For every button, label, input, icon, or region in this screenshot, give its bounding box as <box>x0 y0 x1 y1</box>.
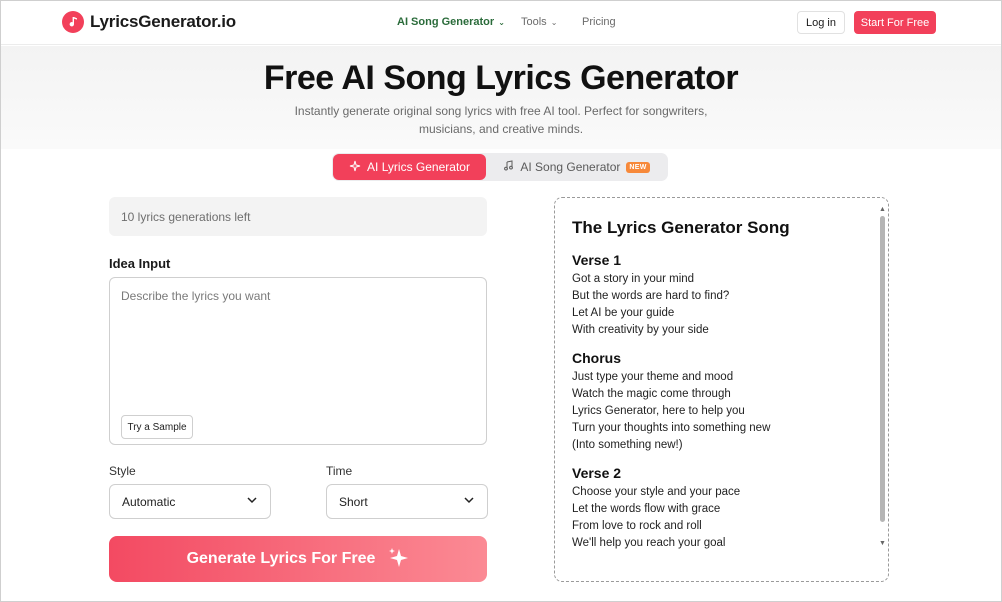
lyric-line: Just type your theme and mood <box>572 371 734 383</box>
style-select[interactable]: Automatic <box>109 484 271 519</box>
section-heading: Chorus <box>572 350 621 366</box>
logo[interactable]: LyricsGenerator.io <box>62 11 236 33</box>
nav-label: Tools <box>521 16 547 28</box>
generator-tabs: AI Lyrics Generator AI Song Generator NE… <box>332 153 668 181</box>
chevron-down-icon: ⌄ <box>498 17 505 27</box>
lyrics-output-panel: The Lyrics Generator Song Verse 1 Got a … <box>554 197 889 582</box>
lyric-line: Got a story in your mind <box>572 273 695 285</box>
section-heading: Verse 1 <box>572 252 622 268</box>
lyrics-section: Chorus Just type your theme and mood Wat… <box>572 350 867 454</box>
lyrics-scrollbar[interactable]: ▲ ▼ <box>878 206 886 548</box>
tab-label: AI Lyrics Generator <box>367 160 470 174</box>
login-button[interactable]: Log in <box>797 11 845 34</box>
lyric-line: Watch the magic come through <box>572 388 731 400</box>
generate-lyrics-button[interactable]: Generate Lyrics For Free <box>109 536 487 582</box>
top-header: LyricsGenerator.io AI Song Generator ⌄ T… <box>1 1 1001 45</box>
lyric-line: Turn your thoughts into something new <box>572 422 771 434</box>
chevron-down-icon <box>246 494 258 509</box>
lyric-line: (Into something new!) <box>572 439 683 451</box>
style-value: Automatic <box>122 494 176 509</box>
start-for-free-button[interactable]: Start For Free <box>854 11 936 34</box>
music-note-logo-icon <box>62 11 84 33</box>
lyric-line: We'll help you reach your goal <box>572 537 726 549</box>
lyric-line: Let AI be your guide <box>572 307 675 319</box>
tab-label: AI Song Generator <box>520 160 621 174</box>
section-heading: Verse 2 <box>572 465 622 481</box>
lyric-line: Let the words flow with grace <box>572 503 721 515</box>
chevron-down-icon: ⌄ <box>550 17 558 27</box>
lyrics-section: Verse 1 Got a story in your mind But the… <box>572 252 867 339</box>
main-nav: AI Song Generator ⌄ Tools ⌄ Pricing <box>397 16 616 28</box>
scroll-up-arrow-icon[interactable]: ▲ <box>879 206 886 213</box>
generate-label: Generate Lyrics For Free <box>186 550 376 567</box>
logo-text: LyricsGenerator.io <box>90 12 236 31</box>
page-subtitle: Instantly generate original song lyrics … <box>294 104 708 136</box>
style-label: Style <box>109 464 136 478</box>
time-label: Time <box>326 464 353 478</box>
song-title: The Lyrics Generator Song <box>572 218 790 237</box>
lyric-line: Lyrics Generator, here to help you <box>572 405 745 417</box>
page-title: Free AI Song Lyrics Generator <box>263 59 739 97</box>
idea-input-container: Try a Sample <box>109 277 487 445</box>
time-select[interactable]: Short <box>326 484 488 519</box>
tab-ai-song-generator[interactable]: AI Song Generator NEW <box>486 154 667 180</box>
lyric-line: From love to rock and roll <box>572 520 702 532</box>
sparkle-icon <box>387 546 409 573</box>
tab-ai-lyrics-generator[interactable]: AI Lyrics Generator <box>333 154 486 180</box>
time-value: Short <box>339 494 368 509</box>
scrollbar-thumb[interactable] <box>880 216 885 522</box>
nav-tools[interactable]: Tools ⌄ <box>521 16 582 28</box>
music-note-icon <box>503 160 514 174</box>
nav-label: Pricing <box>582 16 616 28</box>
scroll-down-arrow-icon[interactable]: ▼ <box>879 540 886 547</box>
nav-pricing[interactable]: Pricing <box>582 16 616 28</box>
nav-label: AI Song Generator <box>397 16 495 28</box>
lyric-line: With creativity by your side <box>572 324 709 336</box>
lyric-line: Choose your style and your pace <box>572 486 741 498</box>
nav-ai-song-generator[interactable]: AI Song Generator ⌄ <box>397 16 521 28</box>
generations-left-notice: 10 lyrics generations left <box>109 197 487 236</box>
sparkle-icon <box>349 160 361 175</box>
chevron-down-icon <box>463 494 475 509</box>
lyrics-scroll-area[interactable]: The Lyrics Generator Song Verse 1 Got a … <box>572 218 867 550</box>
lyric-line: But the words are hard to find? <box>572 290 730 302</box>
new-badge: NEW <box>626 161 650 173</box>
lyrics-section: Verse 2 Choose your style and your pace … <box>572 465 867 550</box>
idea-input-label: Idea Input <box>109 256 171 271</box>
try-sample-button[interactable]: Try a Sample <box>121 415 193 439</box>
